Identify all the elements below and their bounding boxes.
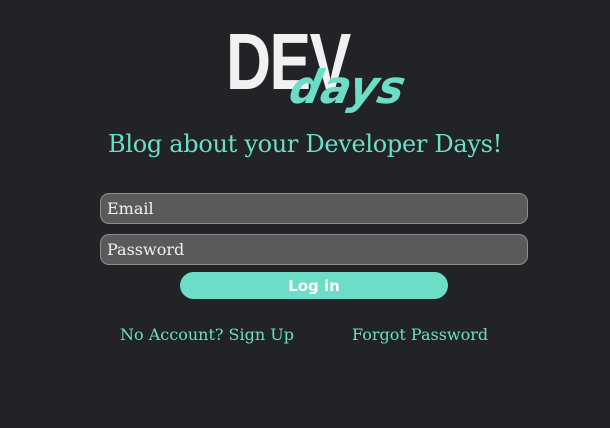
page-tagline: Blog about your Developer Days! (108, 130, 502, 158)
password-field[interactable] (100, 234, 528, 265)
signup-link[interactable]: No Account? Sign Up (120, 324, 294, 346)
devdays-logo: DEV days (226, 22, 410, 126)
logo-days-text: days (284, 60, 411, 114)
email-field[interactable] (100, 193, 528, 224)
forgot-password-link[interactable]: Forgot Password (352, 324, 488, 346)
login-button[interactable]: Log in (180, 272, 448, 299)
